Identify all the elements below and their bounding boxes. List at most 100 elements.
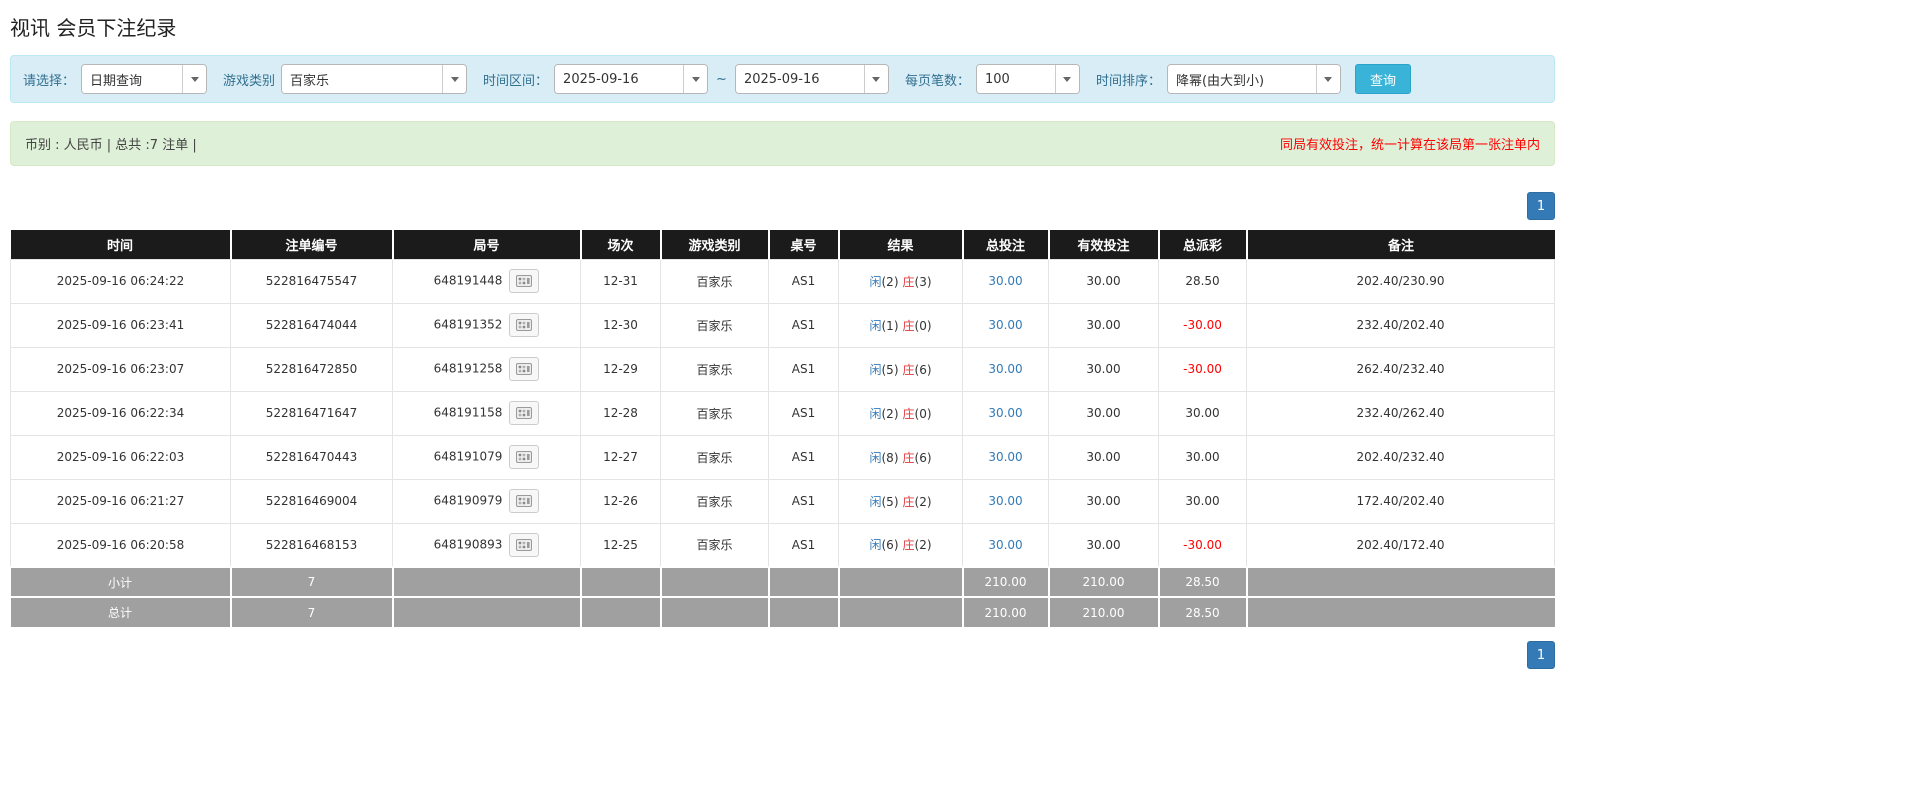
roadmap-icon (516, 451, 533, 463)
bet-records-table: 时间 注单编号 局号 场次 游戏类别 桌号 结果 总投注 有效投注 总派彩 备注 2025-09-1… (10, 230, 1555, 627)
result-cell: 闲(5) 庄(2) (838, 478, 963, 524)
round-cell: 648191158 (392, 390, 581, 436)
game-type-cell: 百家乐 (660, 522, 769, 568)
round-detail-button[interactable] (509, 357, 540, 381)
date-to-input[interactable] (735, 65, 864, 93)
round-id-text: 648190893 (433, 537, 503, 552)
table-no-cell: AS1 (768, 478, 839, 524)
player-result-label: 闲 (869, 538, 882, 553)
roadmap-icon (516, 275, 533, 287)
total-label: 总计 (10, 596, 232, 627)
sort-input[interactable] (1167, 65, 1316, 93)
roadmap-icon (516, 363, 533, 375)
search-button[interactable]: 查询 (1354, 64, 1411, 94)
empty-cell (580, 596, 662, 627)
table-body: 2025-09-16 06:24:22 522816475547 6481914… (10, 258, 1555, 568)
player-result-score: (5) (881, 494, 899, 509)
query-type-input[interactable] (82, 65, 183, 93)
banker-result-label: 庄 (902, 274, 915, 289)
table-no-cell: AS1 (768, 522, 839, 568)
round-detail-button[interactable] (509, 489, 540, 513)
total-bet-link[interactable]: 30.00 (988, 274, 1022, 288)
table-row: 2025-09-16 06:20:58 522816468153 6481908… (10, 522, 1555, 568)
chevron-down-icon[interactable] (683, 65, 708, 93)
round-cell: 648191448 (392, 258, 581, 304)
date-from-select[interactable] (554, 64, 709, 94)
sort-label: 时间排序： (1095, 73, 1161, 89)
round-detail-button[interactable] (509, 313, 540, 337)
page-size-input[interactable] (976, 65, 1055, 93)
total-bet-link[interactable]: 30.00 (988, 494, 1022, 508)
total-bet-cell: 30.00 (962, 522, 1049, 568)
page-size-select[interactable] (975, 64, 1080, 94)
subtotal-label: 小计 (10, 566, 232, 597)
date-from-input[interactable] (555, 65, 684, 93)
payout-cell: -30.00 (1158, 522, 1247, 568)
result-cell: 闲(8) 庄(6) (838, 434, 963, 480)
game-type-input[interactable] (282, 65, 443, 93)
round-cell: 648191079 (392, 434, 581, 480)
player-result-score: (8) (881, 450, 899, 465)
chevron-down-icon[interactable] (1054, 65, 1079, 93)
caret-shape (190, 76, 199, 82)
result-cell: 闲(2) 庄(3) (838, 258, 963, 304)
game-type-select[interactable] (281, 64, 468, 94)
bet-id-cell: 522816475547 (230, 258, 393, 304)
empty-cell (580, 566, 662, 597)
column-header: 备注 (1246, 230, 1555, 259)
empty-cell (768, 566, 840, 597)
round-detail-button[interactable] (509, 401, 540, 425)
payout-cell: 30.00 (1158, 390, 1247, 436)
player-result-score: (5) (881, 362, 899, 377)
player-result-label: 闲 (869, 494, 882, 509)
column-header: 结果 (838, 230, 964, 259)
chevron-down-icon[interactable] (442, 65, 467, 93)
total-bet-link[interactable]: 30.00 (988, 318, 1022, 332)
total-bet-cell: 30.00 (962, 390, 1049, 436)
total-bet-cell: 30.00 (962, 478, 1049, 524)
total-bet-link[interactable]: 30.00 (988, 538, 1022, 552)
column-header: 有效投注 (1048, 230, 1160, 259)
round-cell: 648190893 (392, 522, 581, 568)
payout-cell: 30.00 (1158, 434, 1247, 480)
result-cell: 闲(6) 庄(2) (838, 522, 963, 568)
round-detail-button[interactable] (509, 445, 540, 469)
sort-select[interactable] (1166, 64, 1341, 94)
total-bet-cell: 30.00 (962, 434, 1049, 480)
column-header: 场次 (580, 230, 662, 259)
pagination-page-button[interactable]: 1 (1527, 192, 1555, 220)
banker-result-label: 庄 (902, 406, 915, 421)
session-cell: 12-26 (580, 478, 661, 524)
roadmap-icon (516, 319, 533, 331)
payout-cell: 30.00 (1158, 478, 1247, 524)
player-result-score: (2) (881, 406, 899, 421)
bet-id-cell: 522816472850 (230, 346, 393, 392)
total-bet-link[interactable]: 30.00 (988, 450, 1022, 464)
total-bet-link[interactable]: 30.00 (988, 362, 1022, 376)
banker-result-label: 庄 (902, 538, 915, 553)
column-header: 总投注 (962, 230, 1050, 259)
payout-cell: -30.00 (1158, 302, 1247, 348)
chevron-down-icon[interactable] (863, 65, 888, 93)
column-header: 注单编号 (230, 230, 394, 259)
pagination-page-button[interactable]: 1 (1527, 641, 1555, 669)
time-cell: 2025-09-16 06:20:58 (10, 522, 231, 568)
banker-result-score: (0) (914, 406, 932, 421)
query-type-select[interactable] (81, 64, 208, 94)
round-id-text: 648191079 (433, 449, 503, 464)
round-cell: 648190979 (392, 478, 581, 524)
table-header-row: 时间 注单编号 局号 场次 游戏类别 桌号 结果 总投注 有效投注 总派彩 备注 (10, 230, 1555, 259)
date-to-select[interactable] (734, 64, 889, 94)
player-result-score: (6) (881, 538, 899, 553)
chevron-down-icon[interactable] (1315, 65, 1340, 93)
round-detail-button[interactable] (509, 269, 540, 293)
round-detail-button[interactable] (509, 532, 540, 557)
banker-result-score: (2) (914, 538, 932, 553)
total-bet-link[interactable]: 30.00 (988, 406, 1022, 420)
valid-bet-cell: 30.00 (1048, 434, 1159, 480)
subtotal-valid-bet: 210.00 (1048, 566, 1160, 597)
table-foot: 小计 7 210.00 210.00 28.50 总计 7 210.00 210… (10, 566, 1555, 627)
payout-cell: 28.50 (1158, 258, 1247, 304)
chevron-down-icon[interactable] (182, 65, 207, 93)
summary-notice: 同局有效投注，统一计算在该局第一张注单内 (1279, 138, 1540, 153)
